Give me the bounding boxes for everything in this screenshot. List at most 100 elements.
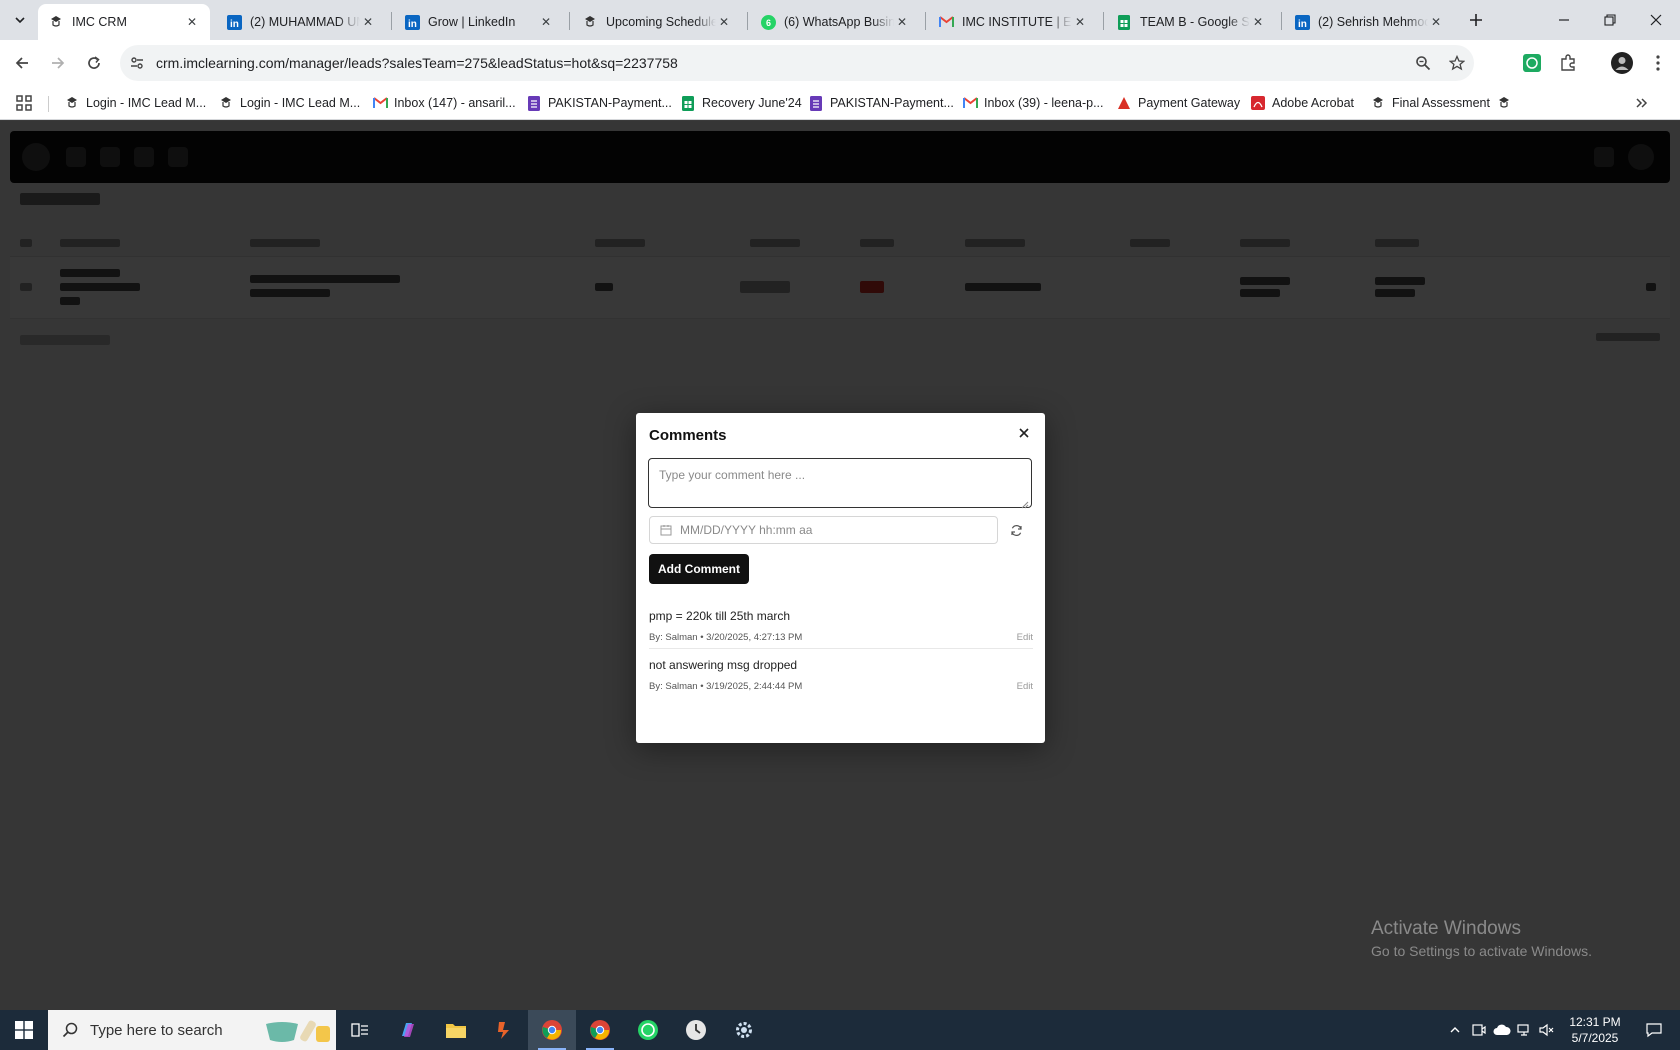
linkedin-icon: in [1294, 14, 1310, 30]
bookmark-star-icon[interactable] [1440, 48, 1474, 78]
bookmark-payment-gateway[interactable]: Payment Gateway [1116, 92, 1240, 114]
close-window-icon[interactable] [1634, 0, 1678, 40]
new-tab-icon[interactable] [1464, 8, 1488, 32]
tab-separator [747, 12, 748, 30]
activate-windows-watermark: Activate Windows Go to Settings to activ… [1371, 918, 1592, 959]
profile-avatar-icon[interactable] [1608, 49, 1636, 77]
windows-start-icon[interactable] [0, 1010, 48, 1050]
close-tab-icon[interactable]: ✕ [1428, 14, 1444, 30]
comment-textarea[interactable]: Type your comment here ... [648, 458, 1032, 509]
edit-comment-link[interactable]: Edit [1017, 632, 1033, 643]
tab-grow-linkedin[interactable]: in Grow | LinkedIn ✕ [394, 4, 564, 40]
tab-title: Grow | LinkedIn [428, 15, 516, 29]
back-icon[interactable] [6, 47, 38, 79]
svg-text:in: in [1298, 19, 1307, 30]
tab-whatsapp-business[interactable]: 6 (6) WhatsApp Business ✕ [750, 4, 920, 40]
close-tab-icon[interactable]: ✕ [1250, 14, 1266, 30]
tab-linkedin-profile[interactable]: in (2) MUHAMMAD UMAIR ✕ [216, 4, 386, 40]
tab-sehrish-linkedin[interactable]: in (2) Sehrish Mehmood ✕ [1284, 4, 1454, 40]
tab-upcoming-schedule[interactable]: Upcoming Schedule ✕ [572, 4, 742, 40]
bookmark-adobe-acrobat[interactable]: Adobe Acrobat [1250, 92, 1354, 114]
bookmark-label: Login - IMC Lead M... [240, 96, 361, 110]
chrome-active-icon[interactable] [528, 1010, 576, 1050]
whatsapp-taskbar-icon[interactable] [624, 1010, 672, 1050]
tab-title: TEAM B - Google Sheets [1140, 15, 1250, 29]
tab-team-b-sheets[interactable]: TEAM B - Google Sheets ✕ [1106, 4, 1276, 40]
whatsapp-icon: 6 [760, 14, 776, 30]
bookmark-final-assessment[interactable]: Final Assessment [1370, 92, 1490, 114]
settings-gear-icon[interactable] [720, 1010, 768, 1050]
tab-separator [391, 12, 392, 30]
onedrive-icon[interactable] [1490, 1010, 1514, 1050]
imc-crm-icon [1370, 95, 1386, 111]
search-icon [60, 1020, 80, 1040]
svg-text:in: in [408, 19, 417, 30]
adobe-acrobat-icon [1250, 95, 1266, 111]
bookmark-label: Adobe Acrobat [1272, 96, 1355, 110]
zoom-icon[interactable] [1406, 48, 1440, 78]
apps-grid-icon[interactable] [16, 92, 32, 114]
edit-comment-link[interactable]: Edit [1017, 681, 1033, 692]
bookmark-login-imc-1[interactable]: Login - IMC Lead M... [64, 92, 206, 114]
notifications-icon[interactable] [1634, 1010, 1674, 1050]
bookmark-recovery-june[interactable]: Recovery June'24 [680, 92, 802, 114]
address-bar[interactable]: crm.imclearning.com/manager/leads?salesT… [120, 45, 1474, 81]
modal-title: Comments [649, 427, 727, 444]
file-explorer-icon[interactable] [432, 1010, 480, 1050]
bookmark-pakistan-payment-1[interactable]: PAKISTAN-Payment... [526, 92, 672, 114]
tab-search-chevron-icon[interactable] [8, 8, 32, 32]
extensions-icon[interactable] [1554, 49, 1582, 77]
bookmark-label: Recovery June'24 [702, 96, 802, 110]
tab-imc-crm[interactable]: IMC CRM ✕ [38, 4, 210, 40]
bookmark-imc-unlabeled[interactable] [1496, 92, 1518, 114]
reminder-datetime-input[interactable]: MM/DD/YYYY hh:mm aa [649, 516, 998, 544]
resize-handle-icon[interactable] [1021, 497, 1029, 509]
bookmark-inbox-leena[interactable]: Inbox (39) - leena-p... [962, 92, 1104, 114]
taskbar-search-box[interactable]: Type here to search [48, 1010, 336, 1050]
bookmarks-bar: Login - IMC Lead M... Login - IMC Lead M… [0, 86, 1680, 120]
close-tab-icon[interactable]: ✕ [716, 14, 732, 30]
bookmark-label: Login - IMC Lead M... [86, 96, 207, 110]
tab-separator [925, 12, 926, 30]
whatsapp-extension-icon[interactable] [1518, 49, 1546, 77]
tab-title: (2) Sehrish Mehmood [1318, 15, 1428, 29]
close-tab-icon[interactable]: ✕ [184, 14, 200, 30]
bookmark-inbox-ansari[interactable]: Inbox (147) - ansaril... [372, 92, 516, 114]
close-tab-icon[interactable]: ✕ [1072, 14, 1088, 30]
meet-now-icon[interactable] [1468, 1010, 1490, 1050]
clock-app-icon[interactable] [672, 1010, 720, 1050]
tab-imc-institute-gmail[interactable]: IMC INSTITUTE | ENR ✕ [928, 4, 1098, 40]
whatsapp-badge: 6 [765, 18, 770, 28]
reload-icon[interactable] [78, 47, 110, 79]
close-tab-icon[interactable]: ✕ [894, 14, 910, 30]
svg-text:in: in [230, 19, 239, 30]
forward-icon[interactable] [42, 47, 74, 79]
system-clock[interactable]: 12:31 PM 5/7/2025 [1560, 1014, 1630, 1046]
bookmark-pakistan-payment-2[interactable]: PAKISTAN-Payment... [808, 92, 954, 114]
tool-app-icon[interactable] [480, 1010, 528, 1050]
watermark-subtitle: Go to Settings to activate Windows. [1371, 943, 1592, 959]
tray-chevron-icon[interactable] [1442, 1010, 1468, 1050]
tab-separator [569, 12, 570, 30]
network-icon[interactable] [1514, 1010, 1536, 1050]
taskbar: Type here to search 12:31 PM 5/7/2025 [0, 1010, 1680, 1050]
bookmarks-overflow-icon[interactable] [1634, 92, 1648, 114]
minimize-icon[interactable] [1542, 0, 1586, 40]
url-text[interactable]: crm.imclearning.com/manager/leads?salesT… [156, 55, 1406, 71]
close-icon[interactable] [1014, 423, 1034, 443]
close-tab-icon[interactable]: ✕ [538, 14, 554, 30]
volume-muted-icon[interactable] [1536, 1010, 1558, 1050]
site-info-icon[interactable] [122, 48, 152, 78]
restore-icon[interactable] [1588, 0, 1632, 40]
bookmark-login-imc-2[interactable]: Login - IMC Lead M... [218, 92, 360, 114]
tab-title: IMC CRM [72, 15, 127, 29]
browser-menu-icon[interactable] [1644, 49, 1672, 77]
refresh-icon[interactable] [1006, 520, 1026, 540]
add-comment-button[interactable]: Add Comment [649, 554, 749, 584]
browser-toolbar: crm.imclearning.com/manager/leads?salesT… [0, 40, 1680, 86]
copilot-icon[interactable] [384, 1010, 432, 1050]
chrome-icon[interactable] [576, 1010, 624, 1050]
gmail-icon [938, 14, 954, 30]
close-tab-icon[interactable]: ✕ [360, 14, 376, 30]
task-view-icon[interactable] [336, 1010, 384, 1050]
